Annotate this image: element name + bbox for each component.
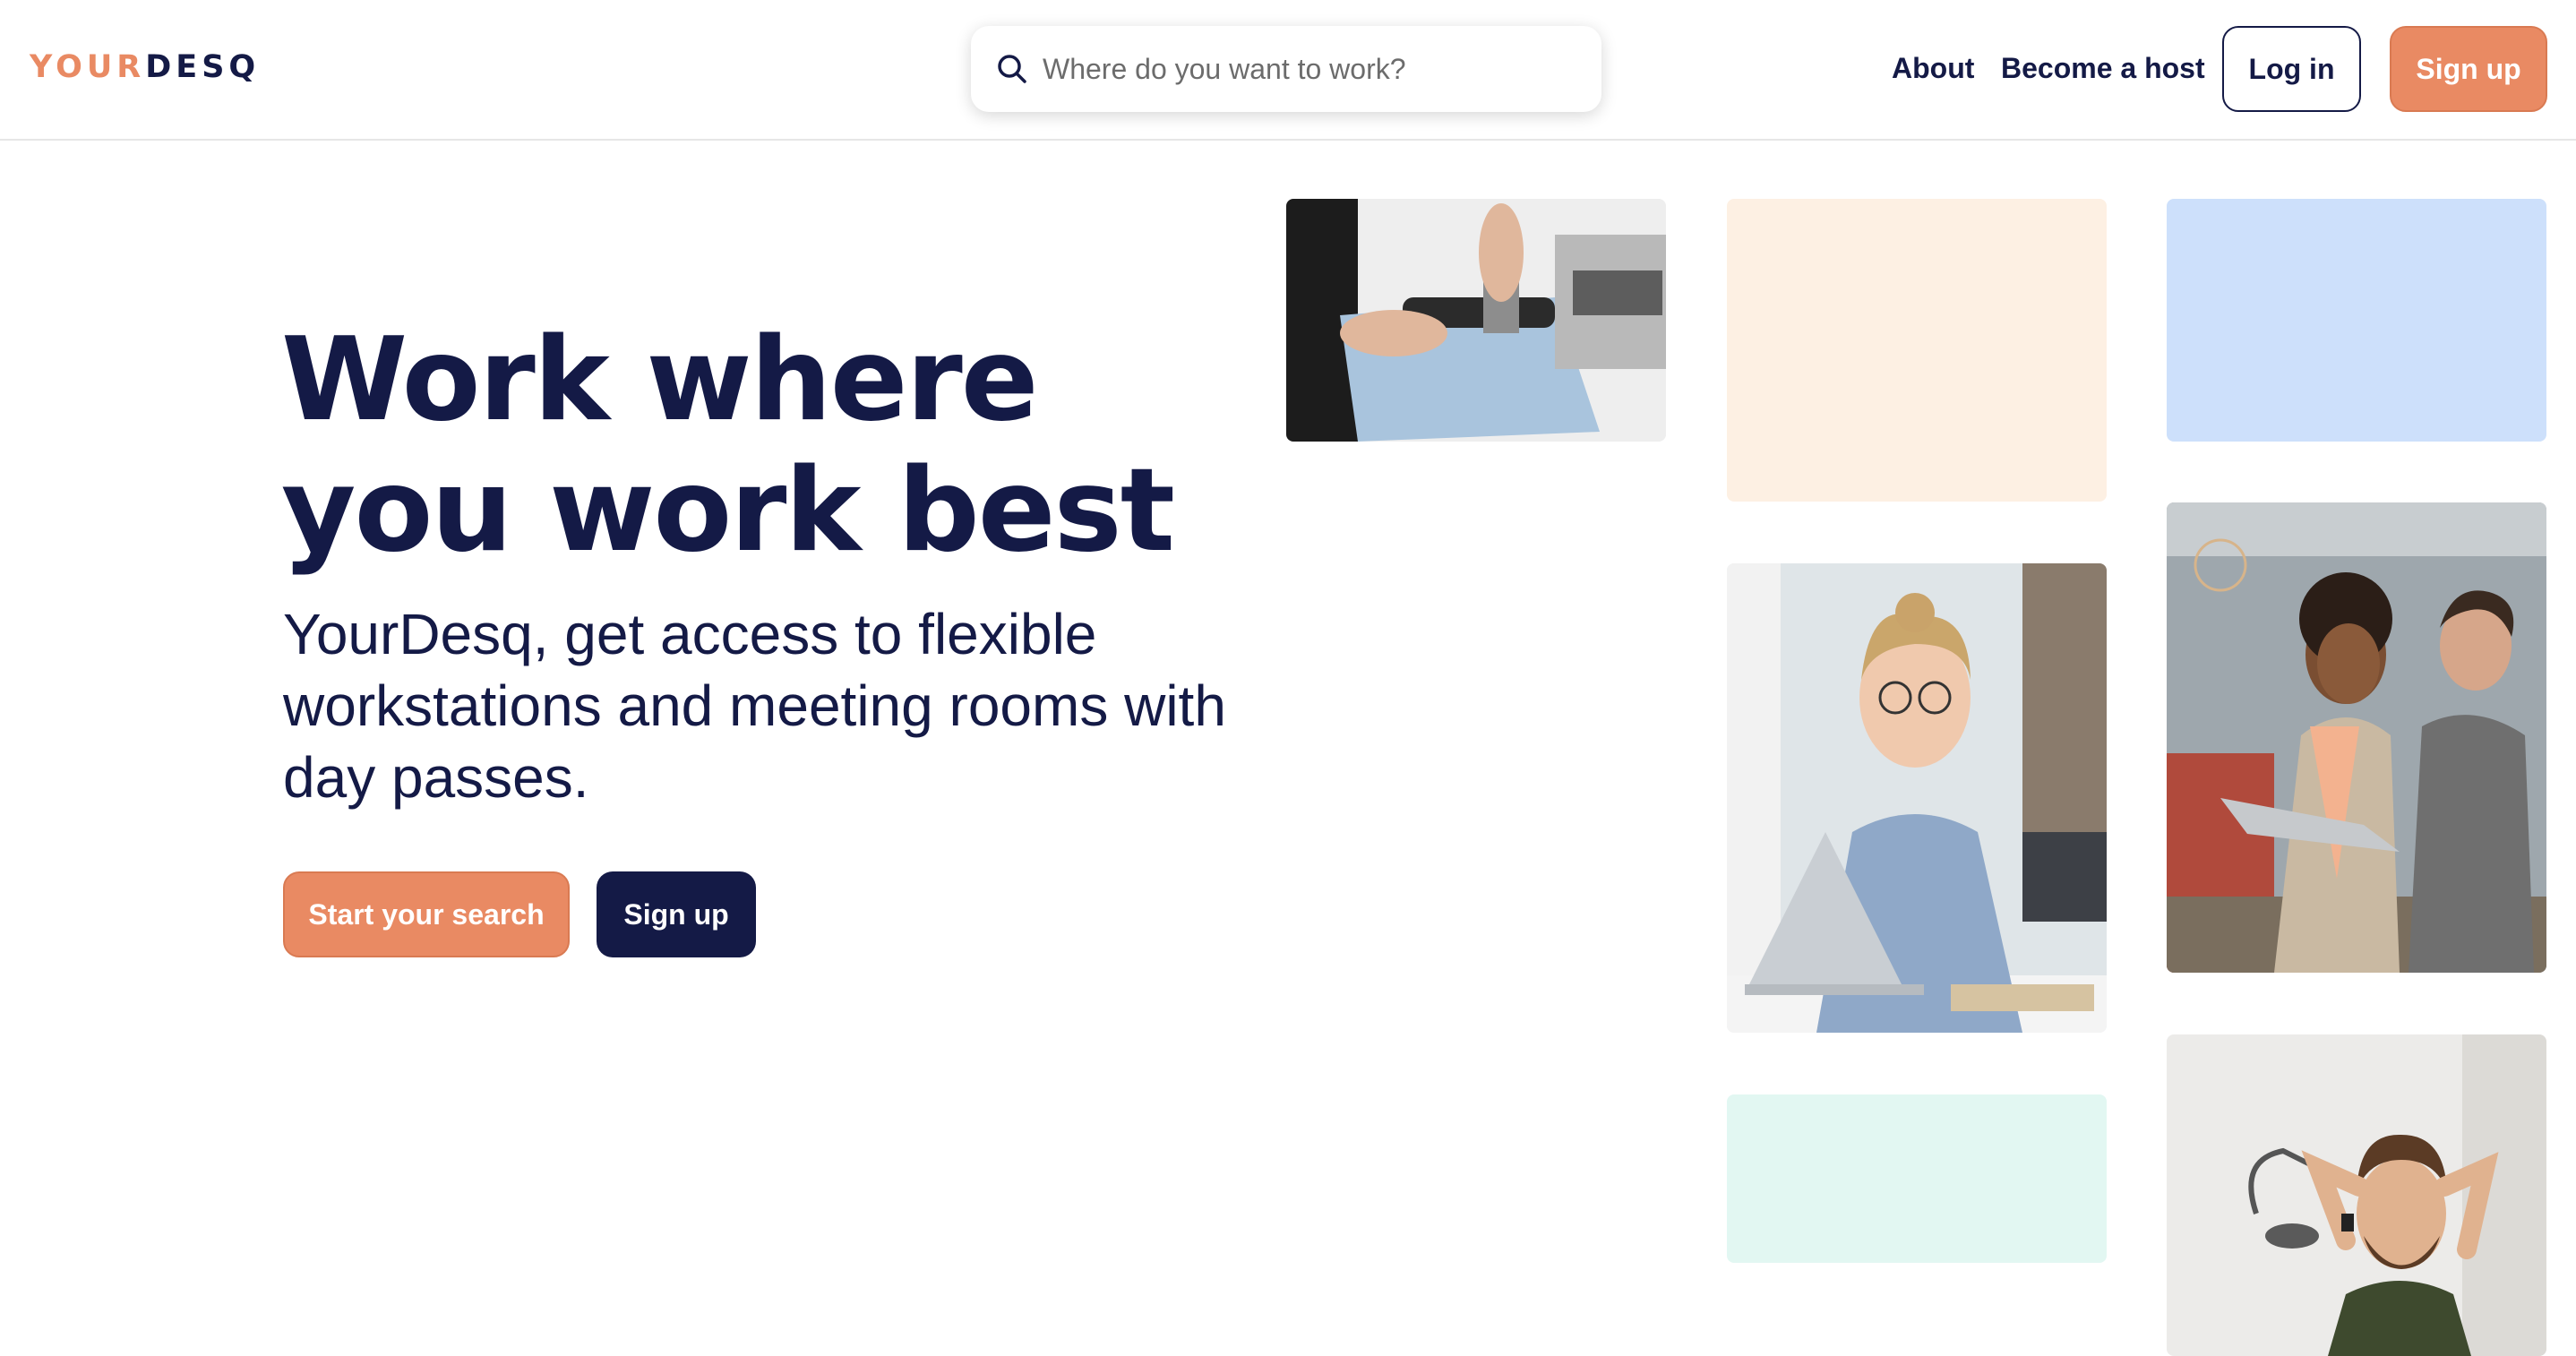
- colleagues-with-laptop-photo: [2167, 502, 2546, 973]
- mint-placeholder-tile: [1727, 1094, 2107, 1263]
- nav-become-host-link[interactable]: Become a host: [2001, 50, 2205, 86]
- logo-part-desq: DESQ: [145, 49, 261, 85]
- search-icon: [996, 53, 1028, 85]
- search-input[interactable]: [1043, 46, 1571, 92]
- relaxed-man-photo: [2167, 1034, 2546, 1356]
- blue-placeholder-tile: [2167, 199, 2546, 442]
- search-bar[interactable]: [971, 26, 1601, 112]
- peach-placeholder-tile: [1727, 199, 2107, 502]
- hero-subtitle: YourDesq, get access to flexible worksta…: [283, 602, 1226, 810]
- woman-at-laptop-photo: [1727, 563, 2107, 1033]
- nav-about-link[interactable]: About: [1892, 50, 1974, 86]
- login-button[interactable]: Log in: [2222, 26, 2361, 112]
- start-search-button[interactable]: Start your search: [283, 871, 570, 957]
- header-signup-button[interactable]: Sign up: [2390, 26, 2547, 112]
- hero-title: Work where you work best: [281, 313, 1175, 578]
- hero-signup-button[interactable]: Sign up: [597, 871, 756, 957]
- logo-part-your: YOUR: [30, 49, 146, 85]
- top-navbar: YOURDESQ About Become a host Log in Sign…: [0, 0, 2576, 141]
- yourdesq-logo[interactable]: YOURDESQ: [30, 48, 260, 86]
- espresso-barista-photo: [1286, 199, 1666, 442]
